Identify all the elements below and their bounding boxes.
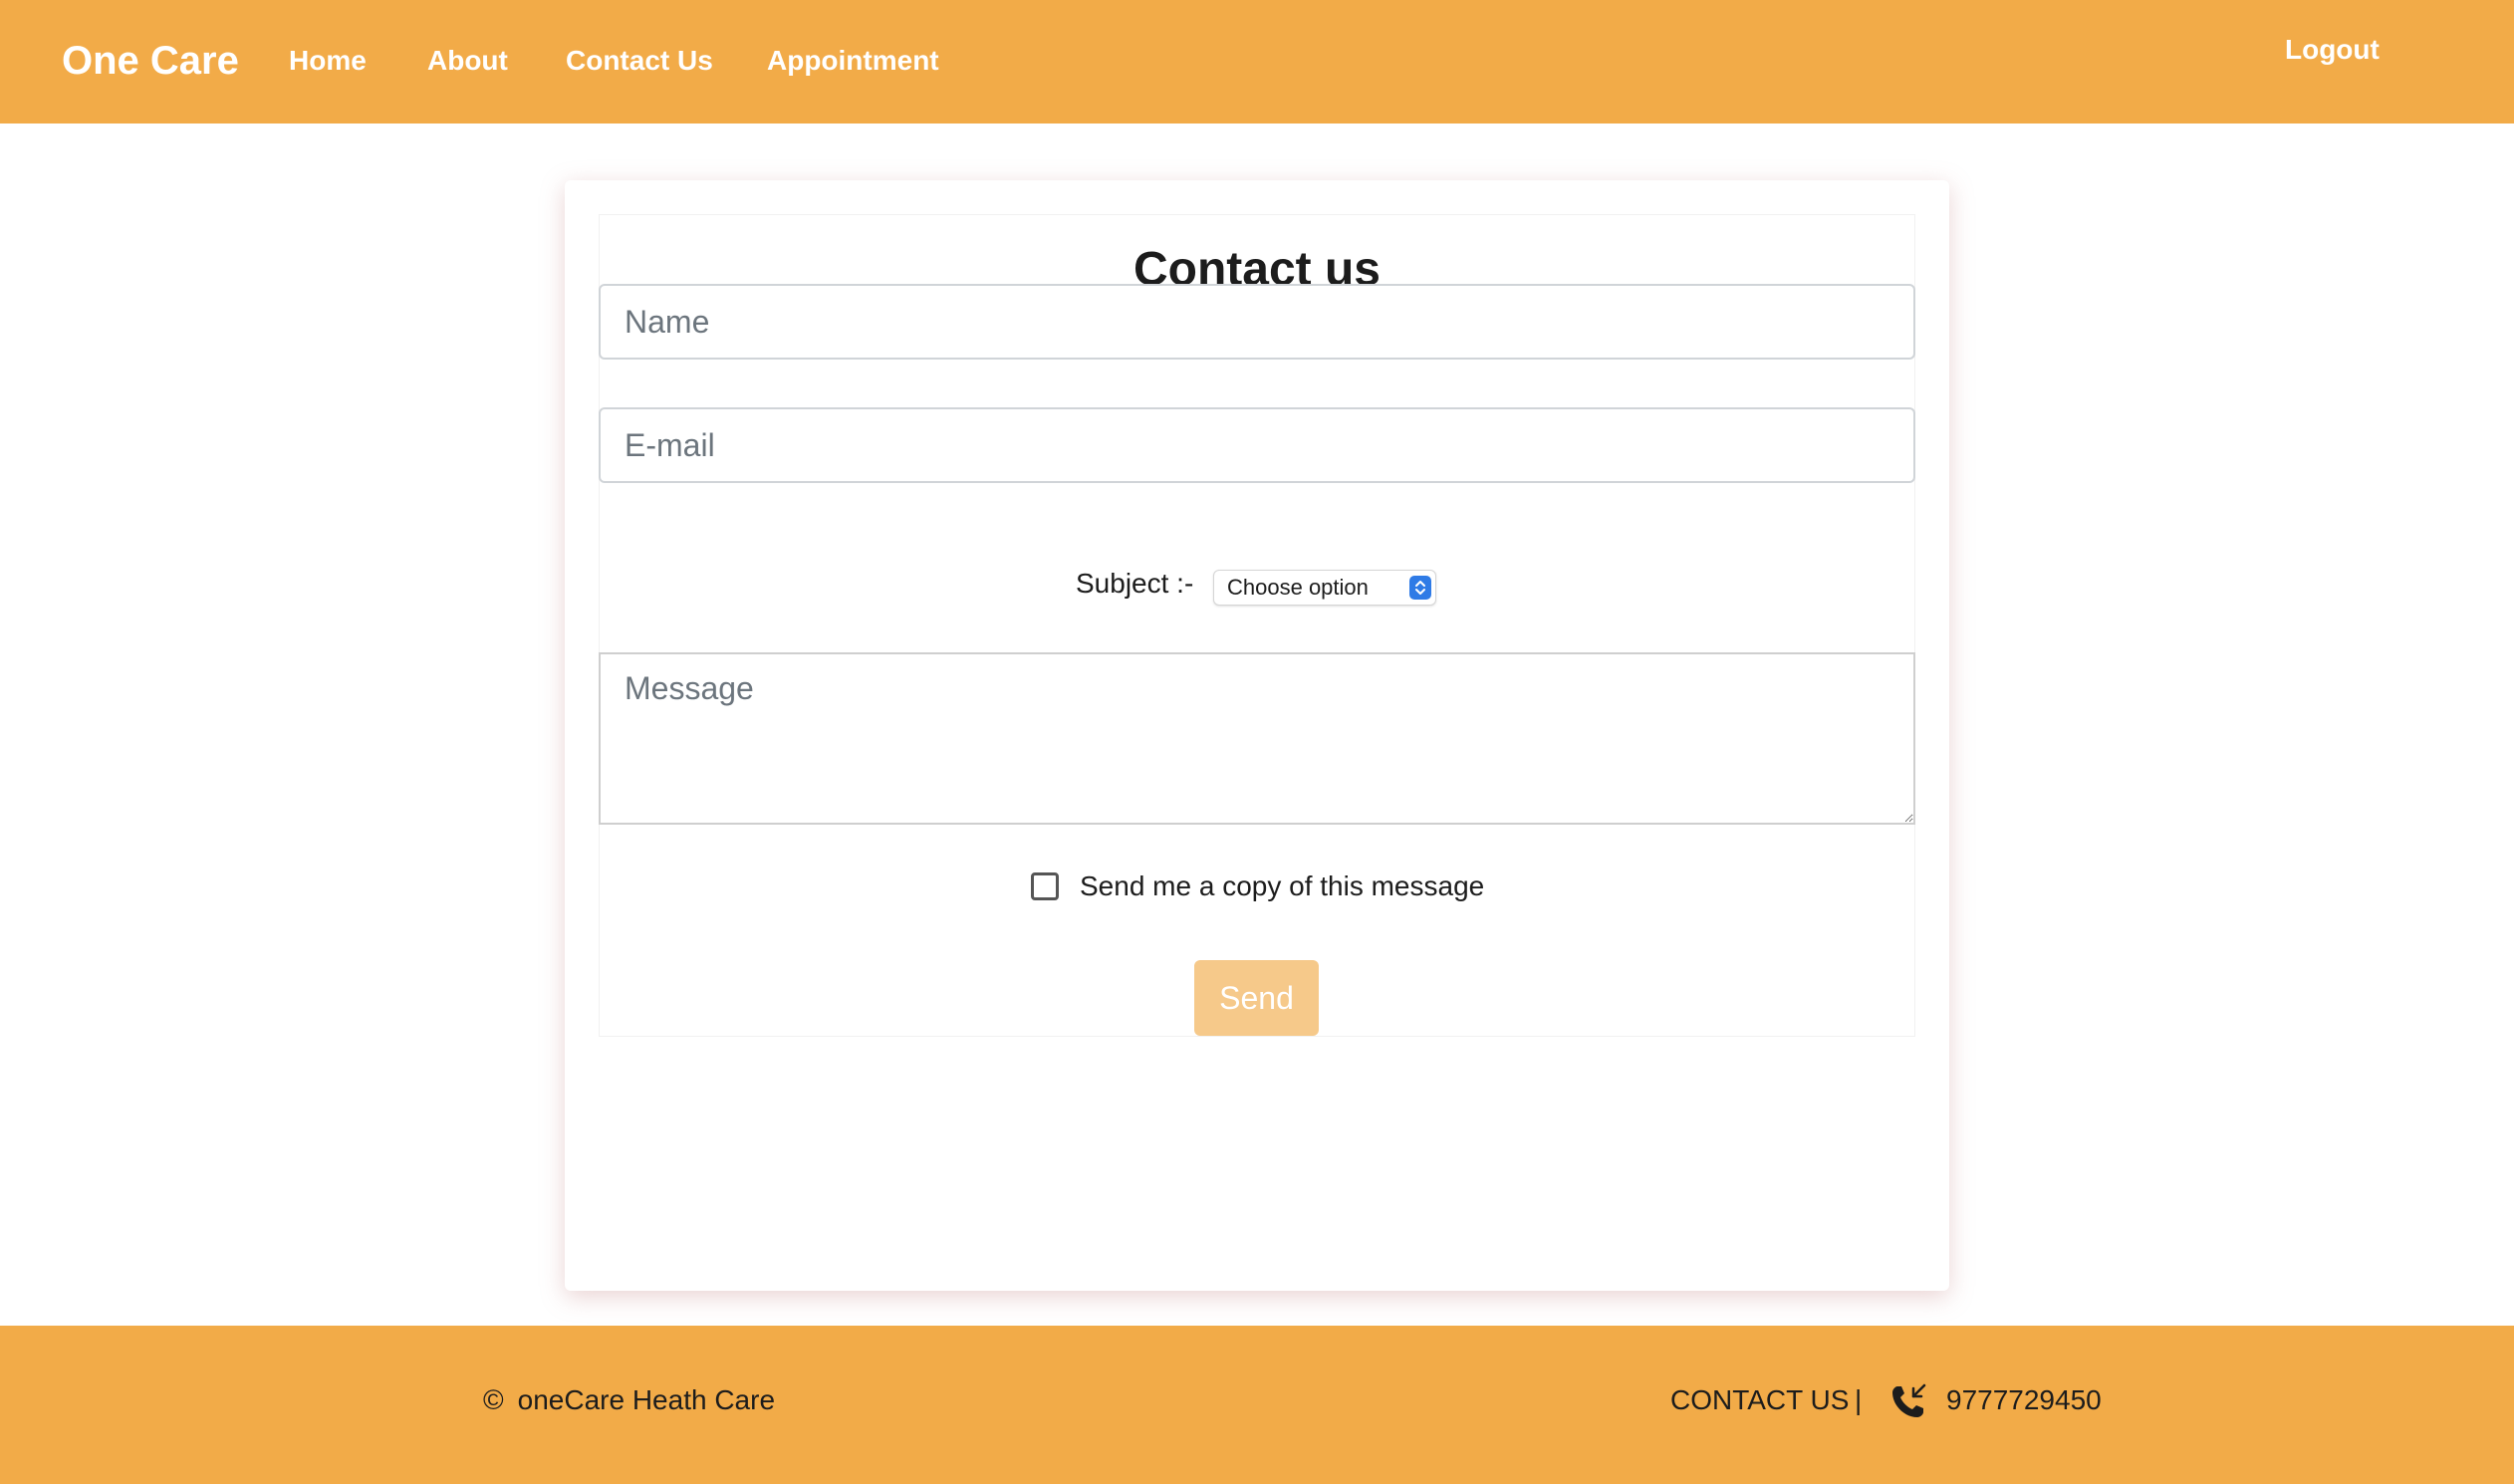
footer-contact-label: CONTACT US <box>1670 1384 1850 1415</box>
navbar: One Care Home About Contact Us Appointme… <box>0 0 2514 124</box>
nav-link-home[interactable]: Home <box>289 0 367 124</box>
email-input[interactable] <box>599 407 1915 483</box>
brand-logo[interactable]: One Care <box>62 0 239 124</box>
logout-link[interactable]: Logout <box>2285 34 2380 66</box>
subject-selected-value: Choose option <box>1227 575 1369 600</box>
subject-row: Subject :- Choose option <box>565 558 1949 618</box>
footer: © oneCare Heath Care CONTACT US | 9777729… <box>0 1326 2514 1484</box>
nav-link-about[interactable]: About <box>427 0 508 124</box>
nav-link-contact-us[interactable]: Contact Us <box>566 0 713 124</box>
copy-checkbox-label[interactable]: Send me a copy of this message <box>1080 870 1484 902</box>
send-button[interactable]: Send <box>1194 960 1319 1036</box>
footer-separator: | <box>1855 1384 1863 1415</box>
footer-phone-number[interactable]: 9777729450 <box>1946 1384 2102 1416</box>
subject-label: Subject :- <box>1076 568 1194 599</box>
copy-checkbox[interactable] <box>1031 872 1059 900</box>
phone-incoming-icon <box>1887 1380 1929 1422</box>
nav-link-appointment[interactable]: Appointment <box>767 0 939 124</box>
copyright-text: oneCare Heath Care <box>517 1384 776 1415</box>
message-textarea[interactable] <box>599 652 1915 825</box>
subject-select[interactable]: Choose option <box>1213 570 1436 606</box>
select-arrows-icon <box>1409 576 1431 600</box>
copyright-symbol: © <box>483 1384 504 1415</box>
name-input[interactable] <box>599 284 1915 360</box>
copyright: © oneCare Heath Care <box>483 1384 775 1416</box>
